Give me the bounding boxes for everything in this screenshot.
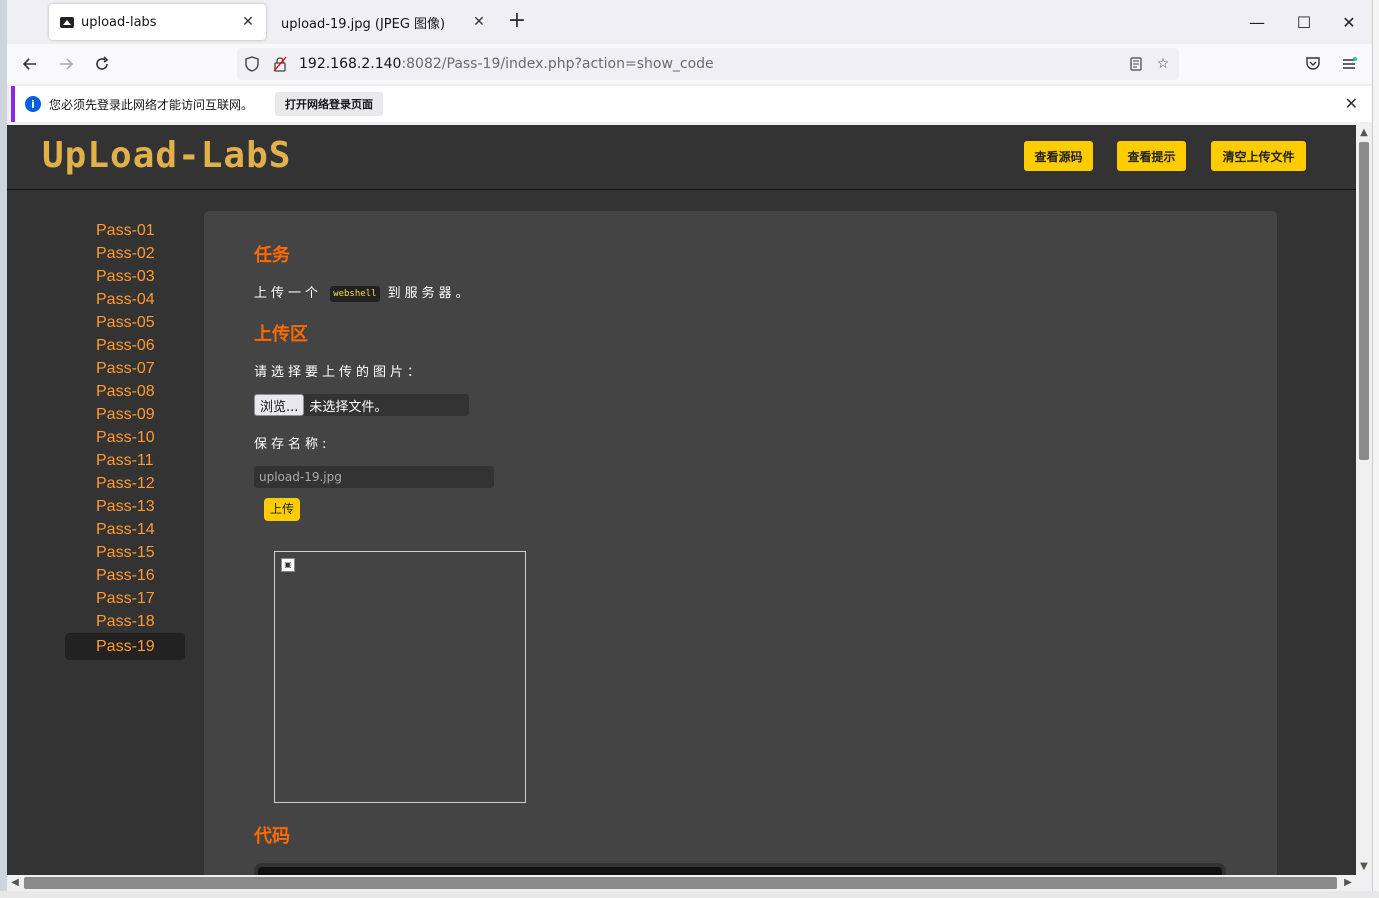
- task-heading: 任务: [254, 245, 290, 266]
- sidebar-item-pass-04[interactable]: Pass-04: [65, 288, 185, 311]
- view-source-button[interactable]: 查看源码: [1024, 141, 1093, 171]
- task-text-pre: 上传一个: [254, 286, 323, 301]
- new-tab-button[interactable]: +: [505, 10, 529, 34]
- tab-upload-labs[interactable]: upload-labs ✕: [49, 4, 266, 40]
- pass-sidebar: Pass-01 Pass-02 Pass-03 Pass-04 Pass-05 …: [65, 219, 185, 660]
- sidebar-item-pass-01[interactable]: Pass-01: [65, 219, 185, 242]
- upload-heading: 上传区: [254, 324, 308, 345]
- url-path: :8082/Pass-19/index.php?action=show_code: [401, 56, 714, 72]
- sidebar-item-pass-16[interactable]: Pass-16: [65, 564, 185, 587]
- url-text[interactable]: 192.168.2.140:8082/Pass-19/index.php?act…: [299, 56, 714, 72]
- tab-bar: upload-labs ✕ upload-19.jpg (JPEG 图像) ✕ …: [7, 0, 1372, 44]
- content-panel: 任务 上传一个 webshell 到服务器。 上传区 请选择要上传的图片： 浏览…: [204, 211, 1277, 875]
- back-arrow-icon[interactable]: [16, 50, 44, 78]
- sidebar-item-pass-03[interactable]: Pass-03: [65, 265, 185, 288]
- sidebar-item-pass-18[interactable]: Pass-18: [65, 610, 185, 633]
- browse-button[interactable]: 浏览...: [254, 394, 305, 416]
- browser-window: upload-labs ✕ upload-19.jpg (JPEG 图像) ✕ …: [0, 0, 1379, 898]
- sidebar-item-pass-17[interactable]: Pass-17: [65, 587, 185, 610]
- view-hint-button[interactable]: 查看提示: [1117, 141, 1186, 171]
- left-edge: [0, 0, 7, 898]
- pocket-icon[interactable]: [1299, 50, 1327, 78]
- sidebar-item-pass-07[interactable]: Pass-07: [65, 357, 185, 380]
- sidebar-item-pass-11[interactable]: Pass-11: [65, 449, 185, 472]
- page-viewport: UpLoad-LabS 查看源码 查看提示 清空上传文件 Pass-01 Pas…: [7, 125, 1356, 875]
- menu-icon[interactable]: [1335, 50, 1363, 78]
- minimize-button[interactable]: —: [1237, 8, 1277, 36]
- horizontal-scroll-thumb[interactable]: [24, 877, 1337, 889]
- upload-button[interactable]: 上传: [264, 498, 301, 521]
- tab-close-icon[interactable]: ✕: [467, 10, 491, 34]
- broken-image-icon: ▣: [281, 558, 295, 572]
- right-edge: [1372, 0, 1379, 898]
- bookmark-star-icon[interactable]: ☆: [1152, 53, 1174, 75]
- sidebar-item-pass-15[interactable]: Pass-15: [65, 541, 185, 564]
- insecure-lock-icon[interactable]: [269, 53, 291, 75]
- info-icon: i: [25, 96, 41, 112]
- sidebar-item-pass-06[interactable]: Pass-06: [65, 334, 185, 357]
- shield-icon[interactable]: [241, 53, 263, 75]
- code-heading: 代码: [254, 826, 290, 847]
- notice-close-icon[interactable]: ✕: [1345, 94, 1358, 113]
- tab-title: upload-labs: [81, 14, 157, 30]
- webshell-code: webshell: [330, 285, 380, 302]
- clear-uploads-button[interactable]: 清空上传文件: [1211, 141, 1306, 171]
- maximize-button[interactable]: ☐: [1284, 8, 1324, 36]
- open-login-page-button[interactable]: 打开网络登录页面: [275, 92, 384, 116]
- sidebar-item-pass-19[interactable]: Pass-19: [65, 633, 185, 660]
- image-preview: ▣: [274, 551, 526, 803]
- sidebar-item-pass-05[interactable]: Pass-05: [65, 311, 185, 334]
- tab-title: upload-19.jpg (JPEG 图像): [281, 16, 446, 32]
- save-name-label: 保存名称:: [254, 437, 331, 452]
- close-window-button[interactable]: ✕: [1329, 8, 1369, 36]
- vertical-scrollbar[interactable]: ▲ ▼: [1356, 125, 1372, 875]
- site-logo[interactable]: UpLoad-LabS: [42, 135, 291, 176]
- scroll-left-icon[interactable]: ◀: [7, 875, 23, 891]
- site-favicon-icon: [59, 14, 75, 30]
- bottom-edge: [0, 891, 1379, 898]
- tab-jpeg-image[interactable]: upload-19.jpg (JPEG 图像) ✕: [269, 4, 497, 40]
- no-file-text: 未选择文件。: [309, 399, 388, 415]
- tab-close-icon[interactable]: ✕: [236, 10, 260, 34]
- scroll-right-icon[interactable]: ▶: [1340, 875, 1356, 891]
- task-text-post: 到服务器。: [387, 286, 473, 301]
- navigation-bar: 192.168.2.140:8082/Pass-19/index.php?act…: [7, 44, 1372, 84]
- code-block: [254, 863, 1226, 875]
- choose-image-label: 请选择要上传的图片：: [254, 365, 425, 380]
- reader-view-icon[interactable]: [1125, 53, 1147, 75]
- file-input[interactable]: 浏览... 未选择文件。: [254, 394, 469, 416]
- sidebar-item-pass-13[interactable]: Pass-13: [65, 495, 185, 518]
- vertical-scroll-thumb[interactable]: [1359, 142, 1369, 460]
- forward-arrow-icon[interactable]: [52, 50, 80, 78]
- notice-text: 您必须先登录此网络才能访问互联网。: [49, 97, 254, 112]
- sidebar-item-pass-09[interactable]: Pass-09: [65, 403, 185, 426]
- sidebar-item-pass-10[interactable]: Pass-10: [65, 426, 185, 449]
- sidebar-item-pass-02[interactable]: Pass-02: [65, 242, 185, 265]
- address-bar[interactable]: 192.168.2.140:8082/Pass-19/index.php?act…: [237, 48, 1179, 80]
- horizontal-scrollbar[interactable]: ◀ ▶: [7, 875, 1356, 891]
- task-description: 上传一个 webshell 到服务器。: [254, 282, 473, 302]
- sidebar-item-pass-14[interactable]: Pass-14: [65, 518, 185, 541]
- captive-portal-notice: i 您必须先登录此网络才能访问互联网。 打开网络登录页面 ✕: [11, 86, 1372, 122]
- site-header: UpLoad-LabS 查看源码 查看提示 清空上传文件: [7, 125, 1356, 190]
- save-name-input[interactable]: upload-19.jpg: [254, 466, 494, 488]
- reload-icon[interactable]: [88, 50, 116, 78]
- scroll-down-icon[interactable]: ▼: [1356, 859, 1372, 875]
- scroll-up-icon[interactable]: ▲: [1356, 125, 1372, 141]
- sidebar-item-pass-08[interactable]: Pass-08: [65, 380, 185, 403]
- sidebar-item-pass-12[interactable]: Pass-12: [65, 472, 185, 495]
- url-host: 192.168.2.140: [299, 56, 402, 72]
